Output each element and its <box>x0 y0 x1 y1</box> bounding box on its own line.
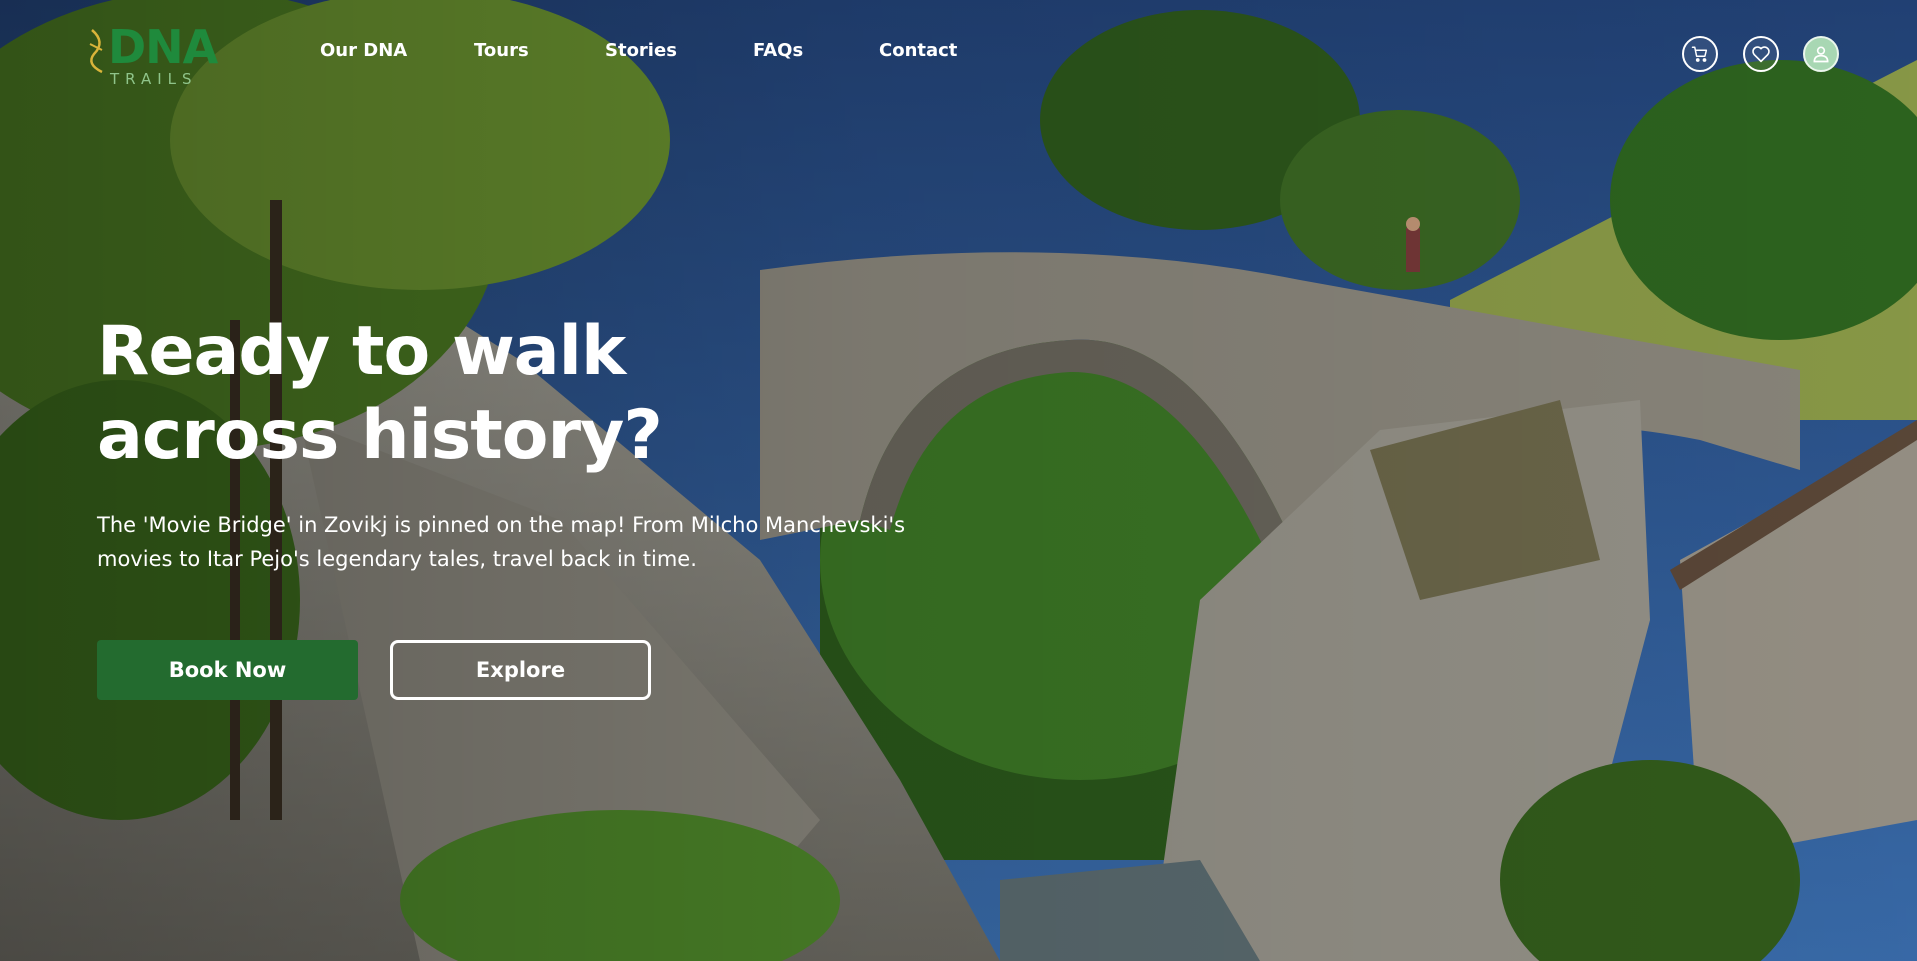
hero-title: Ready to walk across history? <box>97 312 663 475</box>
nav-item-stories[interactable]: Stories <box>605 40 677 61</box>
heart-icon <box>1752 46 1770 63</box>
header-actions <box>1682 36 1857 76</box>
hero-section <box>0 0 1917 961</box>
nav-item-faqs[interactable]: FAQs <box>753 40 803 61</box>
book-now-button[interactable]: Book Now <box>97 640 358 700</box>
user-icon <box>1813 46 1829 63</box>
brand-logo[interactable]: DNA TRAILS <box>88 20 228 88</box>
nav-item-tours[interactable]: Tours <box>474 40 529 61</box>
nav-item-contact[interactable]: Contact <box>879 40 957 61</box>
explore-button[interactable]: Explore <box>390 640 651 700</box>
nav-item-our-dna[interactable]: Our DNA <box>320 40 407 61</box>
wishlist-button[interactable] <box>1743 36 1779 72</box>
hero-overlay <box>0 0 1917 961</box>
cart-button[interactable] <box>1682 36 1718 72</box>
brand-name: DNA <box>108 20 218 74</box>
brand-tagline: TRAILS <box>110 70 198 88</box>
account-button[interactable] <box>1803 36 1839 72</box>
cart-icon <box>1691 46 1708 62</box>
hero-subtitle: The 'Movie Bridge' in Zovikj is pinned o… <box>97 513 906 571</box>
